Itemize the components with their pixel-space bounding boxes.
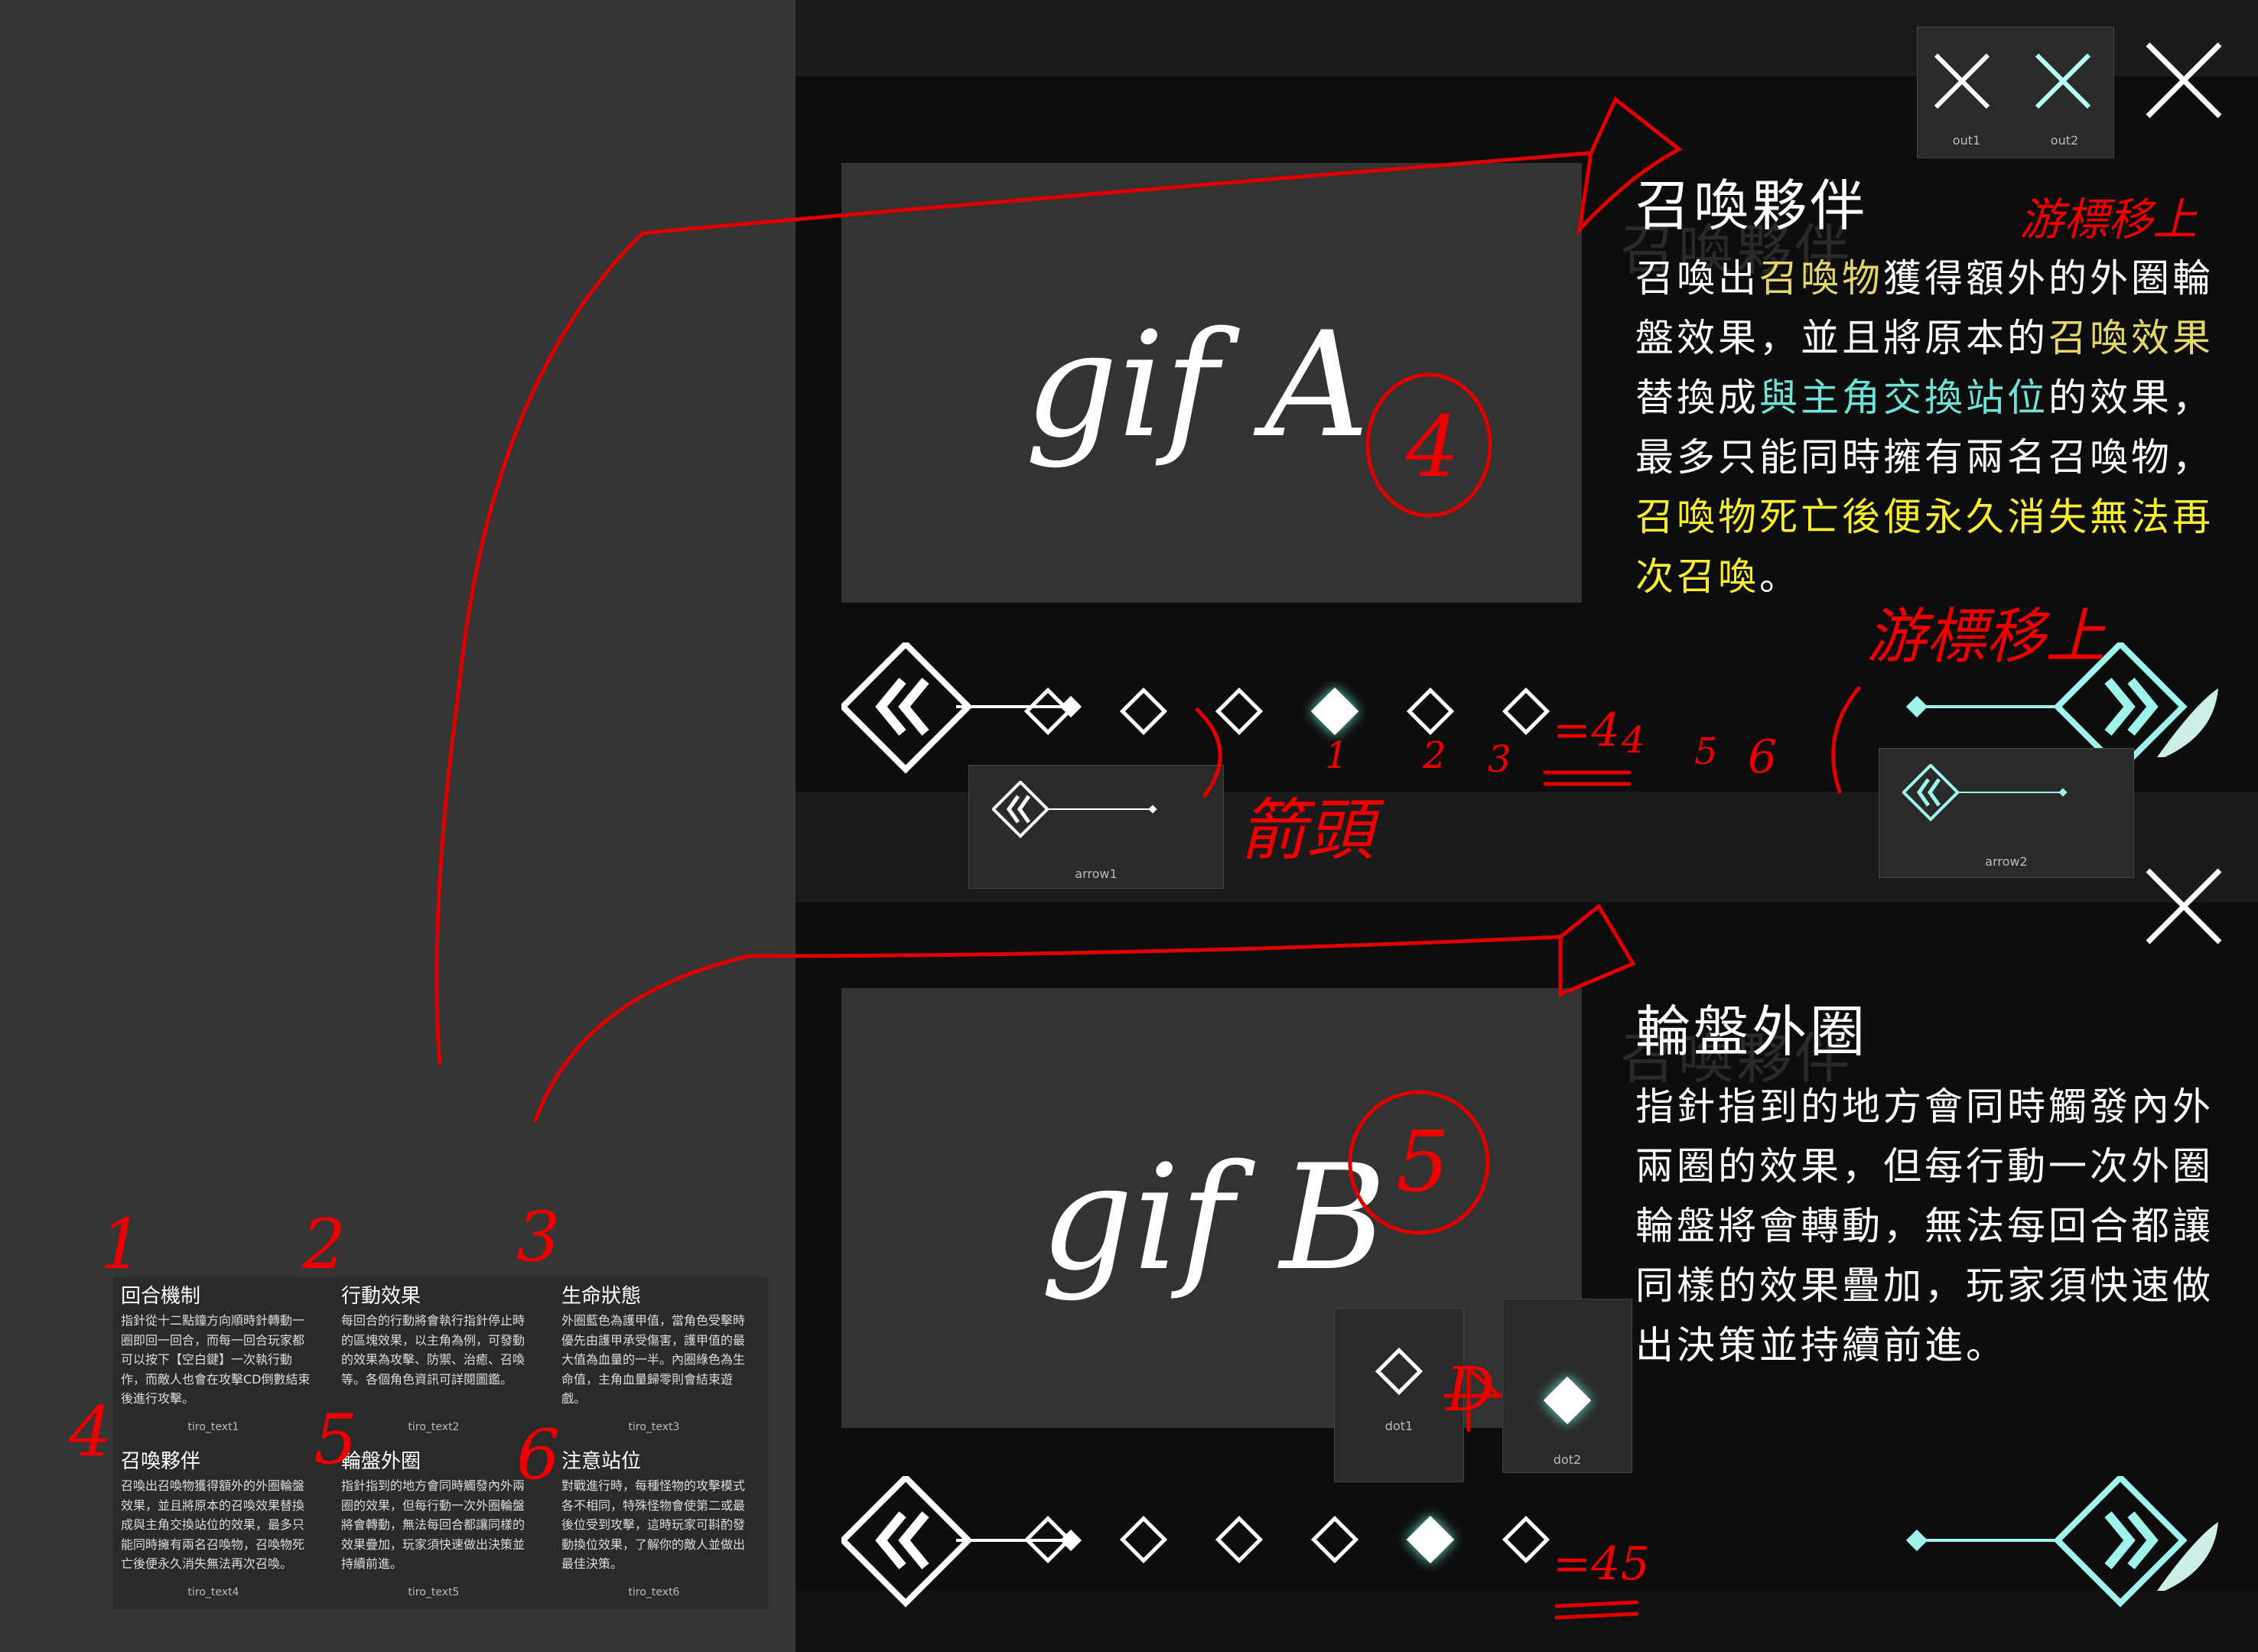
- circle-a-number: 4: [1406, 398, 1459, 496]
- equation-b: =45: [1553, 1537, 1650, 1591]
- circle-b-number: 5: [1396, 1113, 1449, 1211]
- grid-number-2: 2: [302, 1205, 347, 1285]
- dot-number-1: 1: [1325, 734, 1349, 777]
- hover-note-mid: 游標移上: [1866, 603, 2106, 672]
- grid-number-1: 1: [99, 1205, 144, 1285]
- equation-a: =4: [1553, 704, 1621, 757]
- grid-number-4: 4: [69, 1392, 113, 1472]
- dot-number-5: 5: [1694, 730, 1718, 773]
- arrow-note: 箭頭: [1239, 791, 1375, 870]
- grid-number-5: 5: [314, 1400, 358, 1480]
- dot-number-2: 2: [1423, 734, 1446, 777]
- dot-number-6: 6: [1748, 730, 1778, 784]
- dot-number-3: 3: [1488, 738, 1511, 781]
- grid-number-6: 6: [516, 1415, 561, 1495]
- tutorial-mockup: gif A 召喚夥伴 召喚夥伴 召喚出召喚物獲得額外的外圈輪盤效果，並且將原本的…: [0, 0, 2258, 1652]
- d-letter: D: [1446, 1354, 1495, 1425]
- hover-note-top: 游標移上: [2019, 193, 2198, 246]
- grid-number-3: 3: [516, 1197, 561, 1277]
- dot-number-4: 4: [1622, 719, 1645, 762]
